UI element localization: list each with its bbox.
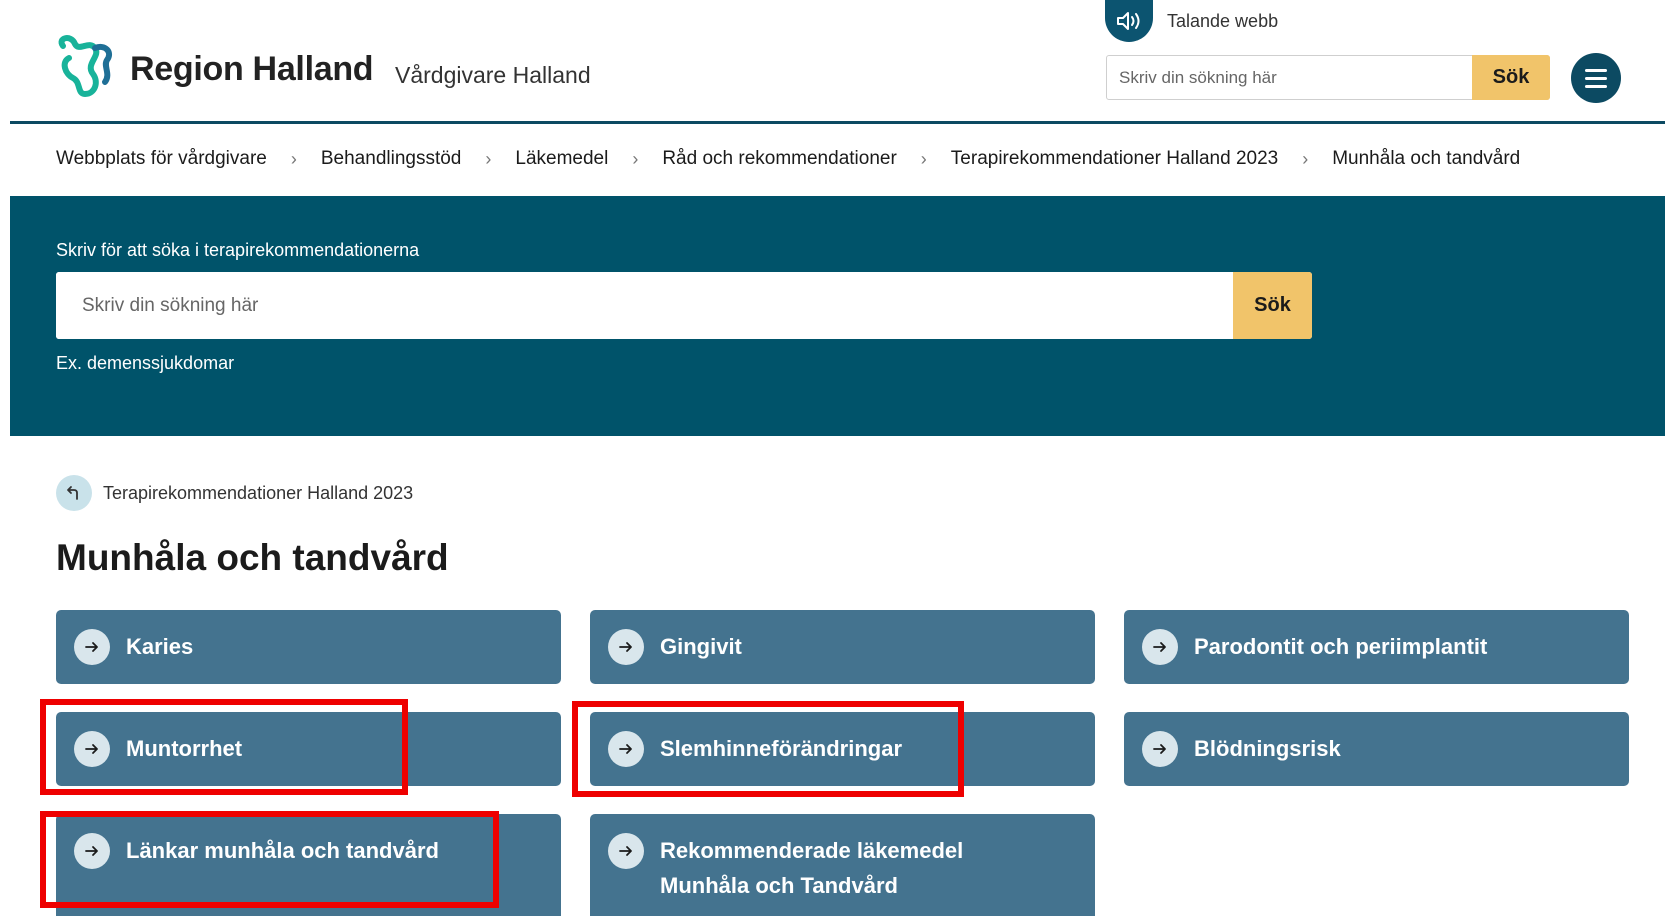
chevron-right-icon: ›	[1302, 148, 1309, 169]
breadcrumb-item-behandlingsstod[interactable]: Behandlingsstöd	[321, 148, 462, 170]
breadcrumb: Webbplats för vårdgivare › Behandlingsst…	[56, 148, 1520, 170]
arrow-right-icon	[74, 731, 110, 767]
header-search-input[interactable]	[1107, 56, 1472, 99]
card-blodningsrisk[interactable]: Blödningsrisk	[1124, 712, 1629, 786]
breadcrumb-item-webbplats[interactable]: Webbplats för vårdgivare	[56, 148, 267, 170]
talande-webb-label: Talande webb	[1167, 10, 1279, 31]
talande-webb-button[interactable]: Talande webb	[1105, 0, 1278, 42]
arrow-right-icon	[608, 629, 644, 665]
arrow-right-icon	[608, 833, 644, 869]
card-parodontit[interactable]: Parodontit och periimplantit	[1124, 610, 1629, 684]
card-label: Länkar munhåla och tandvård	[126, 838, 439, 863]
breadcrumb-item-terapirekommendationer[interactable]: Terapirekommendationer Halland 2023	[951, 148, 1278, 170]
hamburger-menu-icon[interactable]	[1571, 53, 1621, 103]
card-gingivit[interactable]: Gingivit	[590, 610, 1095, 684]
region-halland-logo[interactable]	[55, 34, 120, 102]
search-band-label: Skriv för att söka i terapirekommendatio…	[56, 240, 420, 260]
chevron-right-icon: ›	[290, 148, 297, 169]
breadcrumb-item-rad[interactable]: Råd och rekommendationer	[662, 148, 896, 170]
site-subtitle: Vårdgivare Halland	[395, 62, 591, 88]
card-label: Parodontit och periimplantit	[1194, 634, 1488, 659]
card-lankar[interactable]: Länkar munhåla och tandvård	[56, 814, 561, 916]
back-link[interactable]: Terapirekommendationer Halland 2023	[56, 475, 413, 511]
card-muntorrhet[interactable]: Muntorrhet	[56, 712, 561, 786]
chevron-right-icon: ›	[632, 148, 639, 169]
speaker-icon	[1105, 0, 1153, 42]
brand-name[interactable]: Region Halland	[130, 50, 374, 89]
terapi-search: Sök	[56, 272, 1312, 339]
header-search: Sök	[1106, 55, 1550, 100]
card-label: Muntorrhet	[126, 736, 243, 761]
arrow-right-icon	[1142, 629, 1178, 665]
card-label: Slemhinneförändringar	[660, 736, 903, 761]
arrow-right-icon	[74, 629, 110, 665]
arrow-right-icon	[1142, 731, 1178, 767]
back-link-label: Terapirekommendationer Halland 2023	[103, 482, 414, 503]
page-title: Munhåla och tandvård	[56, 537, 449, 578]
arrow-right-icon	[74, 833, 110, 869]
breadcrumb-item-current: Munhåla och tandvård	[1332, 148, 1521, 169]
back-arrow-icon	[56, 475, 92, 511]
header-divider	[10, 121, 1665, 124]
card-label: Gingivit	[660, 634, 742, 659]
card-karies[interactable]: Karies	[56, 610, 561, 684]
chevron-right-icon: ›	[485, 148, 492, 169]
breadcrumb-item-lakemedel[interactable]: Läkemedel	[515, 148, 608, 170]
card-slemhinneforandringar[interactable]: Slemhinneförändringar	[590, 712, 1095, 786]
card-label: Rekommenderade läkemedel Munhåla och Tan…	[660, 838, 964, 898]
header-search-button[interactable]: Sök	[1472, 55, 1550, 100]
search-example: Ex. demenssjukdomar	[56, 353, 235, 373]
card-label: Blödningsrisk	[1194, 736, 1341, 761]
arrow-right-icon	[608, 731, 644, 767]
card-rekommenderade-lakemedel[interactable]: Rekommenderade läkemedel Munhåla och Tan…	[590, 814, 1095, 916]
terapi-search-button[interactable]: Sök	[1233, 272, 1312, 339]
card-label: Karies	[126, 634, 194, 659]
chevron-right-icon: ›	[920, 148, 927, 169]
terapi-search-input[interactable]	[56, 272, 1233, 339]
